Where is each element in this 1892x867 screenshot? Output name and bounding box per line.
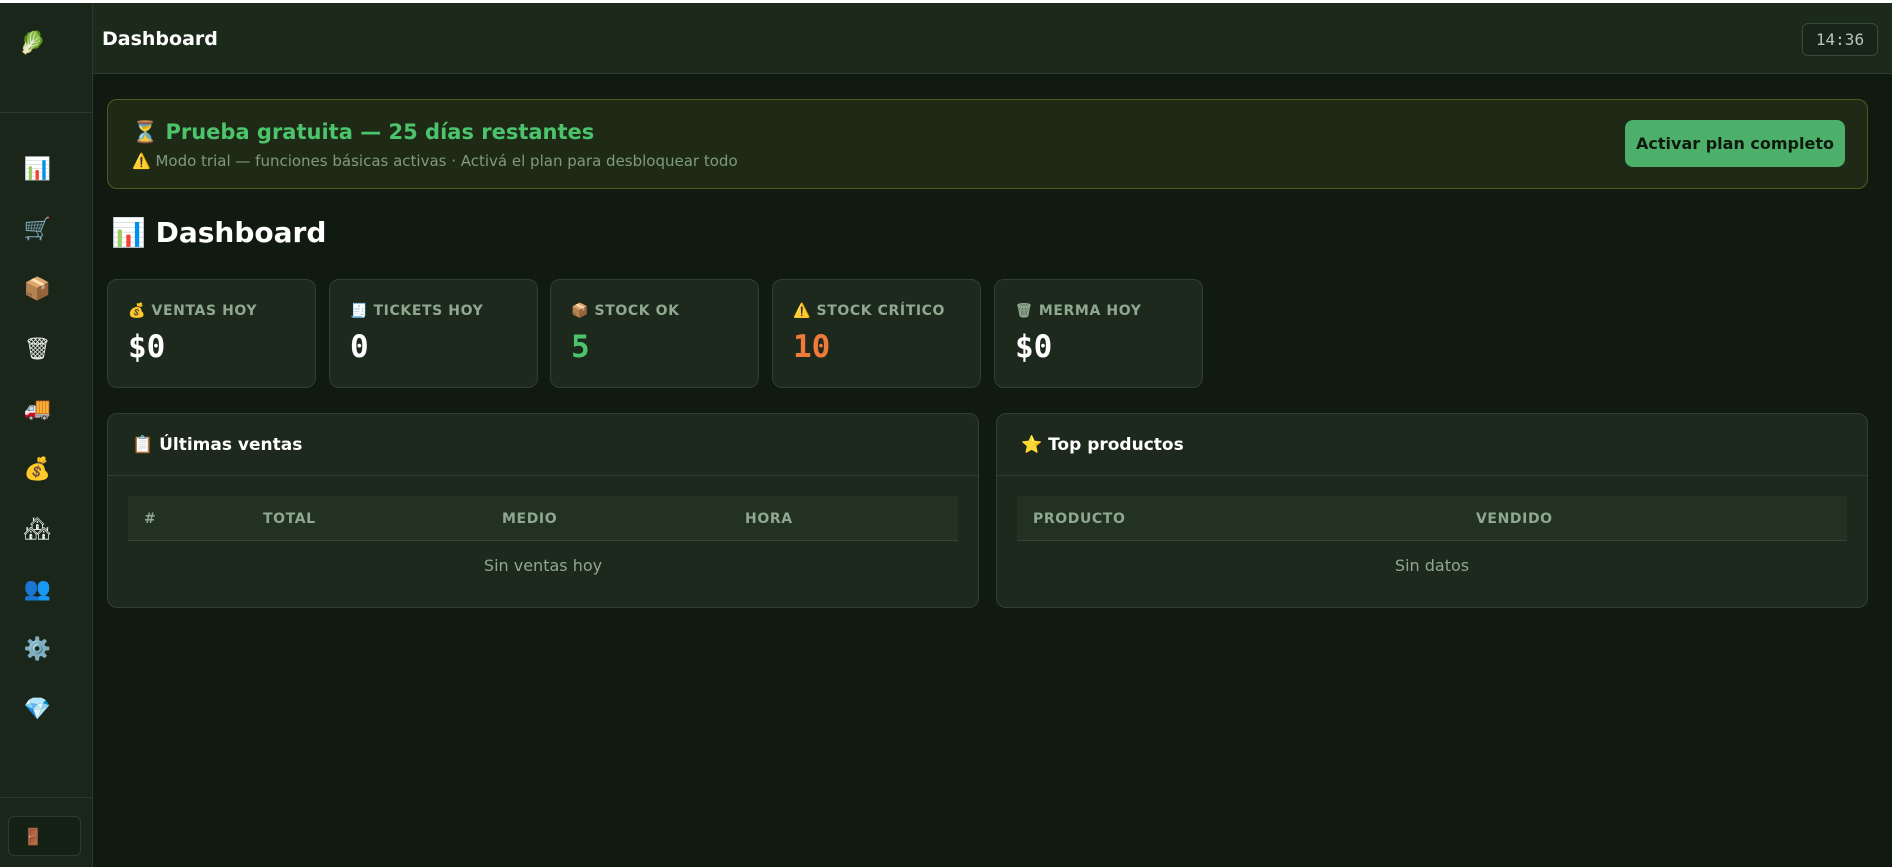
stat-label: ⚠️ STOCK CRÍTICO xyxy=(793,303,945,319)
empty-message: Sin ventas hoy xyxy=(483,555,603,575)
stat-label-text: STOCK CRÍTICO xyxy=(816,303,946,319)
stat-card-stock-critical: ⚠️ STOCK CRÍTICO 10 xyxy=(772,279,981,388)
star-icon: ⭐ xyxy=(1021,434,1043,455)
table-header: # TOTAL MEDIO HORA xyxy=(128,496,958,541)
sidebar-item-sales[interactable]: 🛒 xyxy=(0,199,92,259)
stat-label-text: STOCK OK xyxy=(594,303,680,319)
top-header: Dashboard 14:36 xyxy=(93,3,1892,74)
sidebar-nav: 📊 🛒 📦 🗑 🚚 💰 🏘 👥 ⚙️ 💎 xyxy=(0,113,92,739)
package-icon: 📦 xyxy=(23,276,52,302)
stat-value: 10 xyxy=(793,329,831,365)
table-header: PRODUCTO VENDIDO xyxy=(1017,496,1847,541)
money-bag-icon: 💰 xyxy=(128,303,147,319)
trial-subtitle: ⚠️ Modo trial — funciones básicas activa… xyxy=(132,152,738,170)
gem-icon: 💎 xyxy=(23,696,52,722)
header-title: Dashboard xyxy=(102,28,218,50)
stat-label-text: TICKETS HOY xyxy=(373,303,484,319)
clock: 14:36 xyxy=(1802,23,1878,56)
stat-label: 💰 VENTAS HOY xyxy=(128,303,257,319)
column-header[interactable]: # xyxy=(144,511,156,527)
sales-table: # TOTAL MEDIO HORA Sin ventas hoy xyxy=(128,496,958,589)
stat-value: $0 xyxy=(1015,329,1053,365)
hourglass-icon: ⏳ xyxy=(132,120,159,144)
top-products-table: PRODUCTO VENDIDO Sin datos xyxy=(1017,496,1847,589)
stat-label: 🧾 TICKETS HOY xyxy=(350,303,483,319)
warning-icon: ⚠️ xyxy=(793,303,812,319)
door-icon: 🚪 xyxy=(23,826,43,846)
receipt-icon: 🧾 xyxy=(350,303,369,319)
activate-plan-button[interactable]: Activar plan completo xyxy=(1625,120,1845,167)
stat-value: $0 xyxy=(128,329,166,365)
clipboard-icon: 📋 xyxy=(132,434,154,455)
top-products-panel: ⭐ Top productos PRODUCTO VENDIDO Sin dat… xyxy=(996,413,1868,608)
truck-icon: 🚚 xyxy=(23,396,52,422)
logout-button[interactable]: 🚪 xyxy=(8,816,81,856)
stat-card-tickets: 🧾 TICKETS HOY 0 xyxy=(329,279,538,388)
sidebar-item-branches[interactable]: 🏘 xyxy=(0,499,92,559)
column-header[interactable]: PRODUCTO xyxy=(1033,511,1125,527)
sidebar-footer: 🚪 xyxy=(0,797,93,867)
column-header[interactable]: VENDIDO xyxy=(1476,511,1553,527)
column-header[interactable]: HORA xyxy=(745,511,793,527)
panel-header: ⭐ Top productos xyxy=(997,414,1867,476)
empty-message: Sin datos xyxy=(1394,555,1470,575)
trash-icon: 🗑 xyxy=(1015,303,1034,319)
panel-title: Top productos xyxy=(1048,434,1184,455)
trial-title: ⏳ Prueba gratuita — 25 días restantes xyxy=(132,120,594,145)
lettuce-logo-icon: 🥬 xyxy=(18,31,47,56)
stat-value: 0 xyxy=(350,329,369,365)
users-icon: 👥 xyxy=(23,576,52,602)
sidebar-item-waste[interactable]: 🗑 xyxy=(0,319,92,379)
sidebar-logo[interactable]: 🥬 xyxy=(0,3,92,113)
stat-card-waste: 🗑 MERMA HOY $0 xyxy=(994,279,1203,388)
sidebar-item-cash[interactable]: 💰 xyxy=(0,439,92,499)
panel-header: 📋 Últimas ventas xyxy=(108,414,978,476)
warning-icon: ⚠️ xyxy=(132,152,151,170)
stat-label: 📦 STOCK OK xyxy=(571,303,680,319)
stat-value: 5 xyxy=(571,329,590,365)
column-header[interactable]: TOTAL xyxy=(263,511,316,527)
trash-icon: 🗑 xyxy=(23,336,52,362)
panel-title: Últimas ventas xyxy=(159,434,303,455)
page-title-text: Dashboard xyxy=(155,216,327,249)
trial-subtitle-text: Modo trial — funciones básicas activas ·… xyxy=(155,152,738,170)
stat-label-text: MERMA HOY xyxy=(1038,303,1142,319)
sidebar-item-settings[interactable]: ⚙️ xyxy=(0,619,92,679)
stat-label: 🗑 MERMA HOY xyxy=(1015,303,1141,319)
sidebar-item-stock[interactable]: 📦 xyxy=(0,259,92,319)
trial-banner: ⏳ Prueba gratuita — 25 días restantes ⚠️… xyxy=(107,99,1868,189)
column-header[interactable]: MEDIO xyxy=(502,511,557,527)
stat-card-stock-ok: 📦 STOCK OK 5 xyxy=(550,279,759,388)
chart-icon: 📊 xyxy=(23,156,52,182)
latest-sales-panel: 📋 Últimas ventas # TOTAL MEDIO HORA Sin … xyxy=(107,413,979,608)
houses-icon: 🏘 xyxy=(23,516,52,542)
sidebar-item-dashboard[interactable]: 📊 xyxy=(0,139,92,199)
money-bag-icon: 💰 xyxy=(23,456,52,482)
sidebar: 🥬 📊 🛒 📦 🗑 🚚 💰 🏘 👥 ⚙️ 💎 🚪 xyxy=(0,3,93,867)
gear-icon: ⚙️ xyxy=(23,636,52,662)
package-icon: 📦 xyxy=(571,303,590,319)
stat-card-sales: 💰 VENTAS HOY $0 xyxy=(107,279,316,388)
trial-title-text: Prueba gratuita — 25 días restantes xyxy=(165,120,595,144)
sidebar-item-suppliers[interactable]: 🚚 xyxy=(0,379,92,439)
cart-icon: 🛒 xyxy=(23,216,52,242)
chart-icon: 📊 xyxy=(111,216,146,249)
sidebar-item-users[interactable]: 👥 xyxy=(0,559,92,619)
sidebar-item-plan[interactable]: 💎 xyxy=(0,679,92,739)
stat-label-text: VENTAS HOY xyxy=(151,303,258,319)
page-title: 📊 Dashboard xyxy=(111,216,326,249)
